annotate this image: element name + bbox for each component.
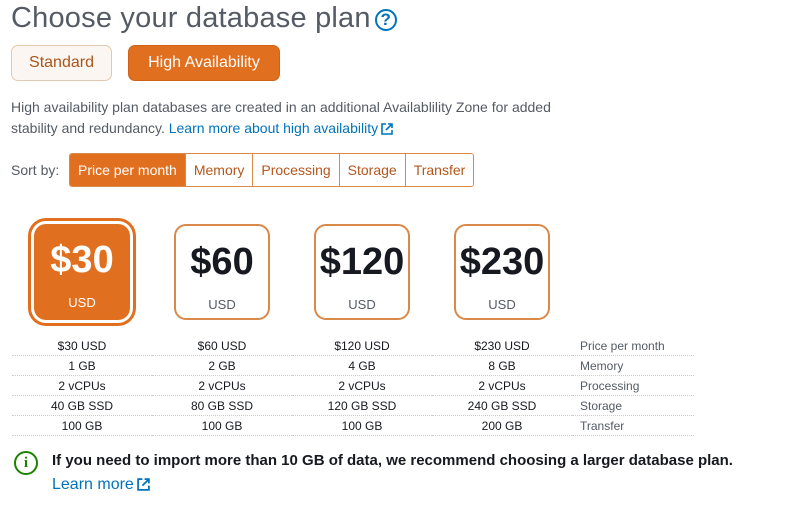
table-cell: 8 GB [432,355,572,376]
help-icon[interactable]: ? [374,9,397,31]
sort-price-per-month[interactable]: Price per month [70,154,185,186]
plan-card-120[interactable]: $120 USD [314,224,410,320]
table-cell: 80 GB SSD [152,395,292,416]
table-cell: 1 GB [12,355,152,376]
table-row: 1 GB 2 GB 4 GB 8 GB Memory [12,355,694,376]
table-row: 100 GB 100 GB 100 GB 200 GB Transfer [12,415,694,436]
info-icon: i [14,451,38,475]
table-row: 2 vCPUs 2 vCPUs 2 vCPUs 2 vCPUs Processi… [12,375,694,396]
link-label: Learn more [52,476,134,493]
sort-memory[interactable]: Memory [184,154,253,186]
sort-processing[interactable]: Processing [252,154,339,186]
plan-card-30[interactable]: $30 USD [34,224,130,320]
table-cell: 2 vCPUs [152,375,292,396]
plan-description: High availability plan databases are cre… [11,97,591,139]
external-link-icon [381,123,393,135]
table-cell: 100 GB [12,415,152,436]
external-link-icon [137,478,150,491]
learn-more-link[interactable]: Learn more [52,476,150,494]
table-cell: 240 GB SSD [432,395,572,416]
table-cell: 100 GB [292,415,432,436]
row-label: Transfer [572,415,694,436]
plan-price: $30 [50,239,114,281]
plan-currency: USD [488,297,516,312]
sort-storage[interactable]: Storage [338,154,405,186]
learn-more-high-availability-link[interactable]: Learn more about high availability [169,120,393,136]
notice-text: If you need to import more than 10 GB of… [52,452,733,469]
table-cell: $230 USD [432,336,572,356]
high-availability-plan-button[interactable]: High Availability [128,45,280,81]
plan-price: $60 [190,241,254,283]
table-row: 40 GB SSD 80 GB SSD 120 GB SSD 240 GB SS… [12,395,694,416]
sort-label: Sort by: [11,162,60,178]
plan-currency: USD [348,297,376,312]
table-cell: 2 vCPUs [432,375,572,396]
plan-price: $230 [459,241,545,283]
plan-card-60[interactable]: $60 USD [174,224,270,320]
table-cell: 2 GB [152,355,292,376]
standard-plan-button[interactable]: Standard [11,45,112,81]
table-cell: 200 GB [432,415,572,436]
sort-options: Price per month Memory Processing Storag… [69,153,475,187]
table-cell: 2 vCPUs [292,375,432,396]
row-label: Processing [572,375,694,396]
page-header: Choose your database plan ? [11,2,397,35]
page-title: Choose your database plan [11,2,371,34]
row-label: Storage [572,395,694,416]
data-import-notice: i If you need to import more than 10 GB … [14,451,733,494]
table-cell: $60 USD [152,336,292,356]
table-cell: 100 GB [152,415,292,436]
sort-transfer[interactable]: Transfer [404,154,474,186]
plan-spec-table: $30 USD $60 USD $120 USD $230 USD Price … [12,336,694,436]
link-label: Learn more about high availability [168,120,379,136]
table-cell: 40 GB SSD [12,395,152,416]
plan-currency: USD [68,295,96,310]
plan-currency: USD [208,297,236,312]
table-cell: 2 vCPUs [12,375,152,396]
table-cell: $120 USD [292,336,432,356]
row-label: Price per month [572,336,694,356]
plan-price: $120 [319,241,405,283]
plan-card-230[interactable]: $230 USD [454,224,550,320]
table-row: $30 USD $60 USD $120 USD $230 USD Price … [12,336,694,356]
table-cell: $30 USD [12,336,152,356]
table-cell: 120 GB SSD [292,395,432,416]
row-label: Memory [572,355,694,376]
table-cell: 4 GB [292,355,432,376]
